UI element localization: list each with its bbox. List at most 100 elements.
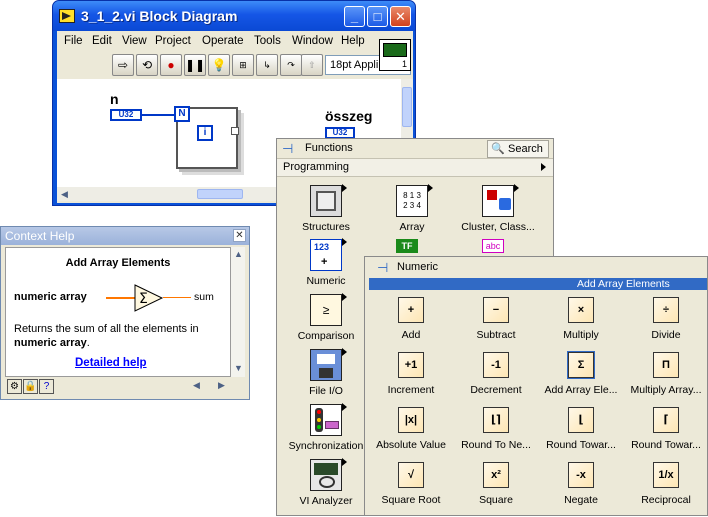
numeric-function-icon: Π [653,352,679,378]
context-help-scrollbar[interactable]: ▲ ▼ [231,247,245,377]
numeric-item[interactable]: √ Square Root [369,462,453,517]
numeric-item[interactable]: ⌊⌉ Round To Ne... [454,407,538,462]
palette-item-numeric[interactable]: 123 + Numeric [283,237,369,291]
menu-window[interactable]: Window [292,35,333,47]
numeric-title: Numeric [397,261,438,273]
numeric-item[interactable]: − Subtract [454,297,538,352]
menubar: File Edit View Project Operate Tools Win… [57,31,377,51]
numeric-function-icon: -x [568,462,594,488]
detailed-help-icon[interactable]: ? [39,379,54,394]
pause-icon[interactable]: ❚❚ [184,54,206,76]
numeric-item-label: Square Root [381,494,441,506]
scroll-right-icon[interactable]: ▶ [218,380,225,391]
context-help-titlebar[interactable]: Context Help ✕ [1,227,249,245]
show-optional-terminals-icon[interactable]: ⚙ [7,379,22,394]
highlight-execution-icon[interactable]: 💡 [208,54,230,76]
vi-analyzer-icon [310,458,347,491]
scroll-up-icon[interactable]: ▲ [234,249,243,259]
scroll-thumb[interactable] [402,87,412,127]
palette-item-synchronization[interactable]: Synchronization [283,402,369,456]
numeric-item[interactable]: -x Negate [539,462,623,517]
menu-view[interactable]: View [122,35,147,47]
numeric-item-label: Multiply Array... [630,384,702,396]
context-help-toolbar: ⚙ 🔒 ? ◀ ▶ [5,379,245,395]
palette-item-array[interactable]: 8 1 32 3 4 Array [369,183,455,237]
vi-connector-icon[interactable]: 1 [379,39,411,71]
palette-item-file-io[interactable]: File I/O [283,347,369,401]
pin-icon[interactable]: ⊣ [282,141,293,157]
palette-item-comparison[interactable]: ≥ Comparison [283,292,369,346]
minimize-button[interactable]: _ [344,6,365,27]
step-over-icon[interactable]: ↷ [280,54,302,76]
search-label: Search [508,143,543,155]
pin-icon[interactable]: ⊣ [377,260,388,276]
menu-operate[interactable]: Operate [202,35,244,47]
detailed-help-link[interactable]: Detailed help [75,357,147,369]
palette-item-cluster[interactable]: Cluster, Class... [455,183,541,237]
menu-help[interactable]: Help [341,35,365,47]
numeric-item-label: Add [401,329,421,341]
numeric-item[interactable]: ⌈ Round Towar... [624,407,708,462]
description-bold: numeric array [14,337,87,349]
step-out-icon[interactable]: ⇧ [301,54,323,76]
search-button[interactable]: 🔍 Search [487,140,549,158]
loop-tunnel[interactable] [231,127,239,135]
run-continuously-icon[interactable]: ⟲ [136,54,158,76]
category-label: Programming [283,161,350,173]
palette-item-structures[interactable]: Structures [283,183,369,237]
wire-n[interactable] [142,114,174,116]
numeric-item[interactable]: +1 Increment [369,352,453,407]
lock-help-icon[interactable]: 🔒 [23,379,38,394]
palette-label: Array [399,221,425,233]
scroll-thumb[interactable] [197,189,243,199]
control-terminal-n[interactable]: U32 [110,109,142,121]
functions-title: Functions [305,142,353,154]
numeric-item-label: Square [479,494,513,506]
menu-edit[interactable]: Edit [92,35,112,47]
context-help-window: Context Help ✕ Add Array Elements numeri… [0,226,250,400]
menu-tools[interactable]: Tools [254,35,281,47]
category-row[interactable]: Programming [277,159,553,177]
close-icon[interactable]: ✕ [233,229,246,242]
palette-label: Numeric [306,275,346,287]
numeric-item-label: Add Array Ele... [544,384,618,396]
numeric-item[interactable]: ⌊ Round Towar... [539,407,623,462]
scroll-down-icon[interactable]: ▼ [234,363,243,373]
numeric-item-label: Round Towar... [631,439,701,451]
iteration-terminal[interactable]: i [197,125,213,141]
cluster-icon [482,184,519,217]
svg-text:Σ: Σ [139,291,148,307]
numeric-item[interactable]: -1 Decrement [454,352,538,407]
run-arrow-icon[interactable]: ⇨ [112,54,134,76]
retain-wire-values-icon[interactable]: ⊞ [232,54,254,76]
step-into-icon[interactable]: ↳ [256,54,278,76]
numeric-item[interactable]: Σ Add Array Ele... [539,351,623,407]
functions-palette-header[interactable]: ⊣ Functions 🔍 Search [277,139,553,159]
numeric-item-label: Reciprocal [641,494,691,506]
block-diagram-titlebar[interactable]: 3_1_2.vi Block Diagram _ □ ✕ [53,1,415,31]
numeric-item[interactable]: × Multiply [539,297,623,352]
numeric-palette-header[interactable]: ⊣ Numeric [365,257,707,277]
numeric-grid: + Add − Subtract × Multiply ÷ Divide +1 Increment… [369,297,705,517]
scroll-left-icon[interactable]: ◀ [193,380,200,391]
numeric-item[interactable]: |x| Absolute Value [369,407,453,462]
numeric-item-label: Increment [387,384,435,396]
close-button[interactable]: ✕ [390,6,411,27]
count-terminal[interactable]: N [174,106,190,122]
numeric-item[interactable]: Π Multiply Array... [624,352,708,407]
numeric-function-icon: |x| [398,407,424,433]
comparison-icon: ≥ [310,293,347,326]
menu-project[interactable]: Project [155,35,191,47]
description-text: Returns the sum of all the elements in [14,323,199,335]
numeric-item[interactable]: ÷ Divide [624,297,708,352]
numeric-item[interactable]: 1/x Reciprocal [624,462,708,517]
menu-file[interactable]: File [64,35,83,47]
maximize-button[interactable]: □ [367,6,388,27]
numeric-function-icon: + [398,297,424,323]
numeric-item[interactable]: + Add [369,297,453,352]
palette-item-vi-analyzer[interactable]: VI Analyzer [283,457,369,511]
scroll-left-icon[interactable]: ◀ [61,189,68,200]
abort-icon[interactable]: ● [160,54,182,76]
palette-label: VI Analyzer [299,495,353,507]
numeric-item[interactable]: x² Square [454,462,538,517]
